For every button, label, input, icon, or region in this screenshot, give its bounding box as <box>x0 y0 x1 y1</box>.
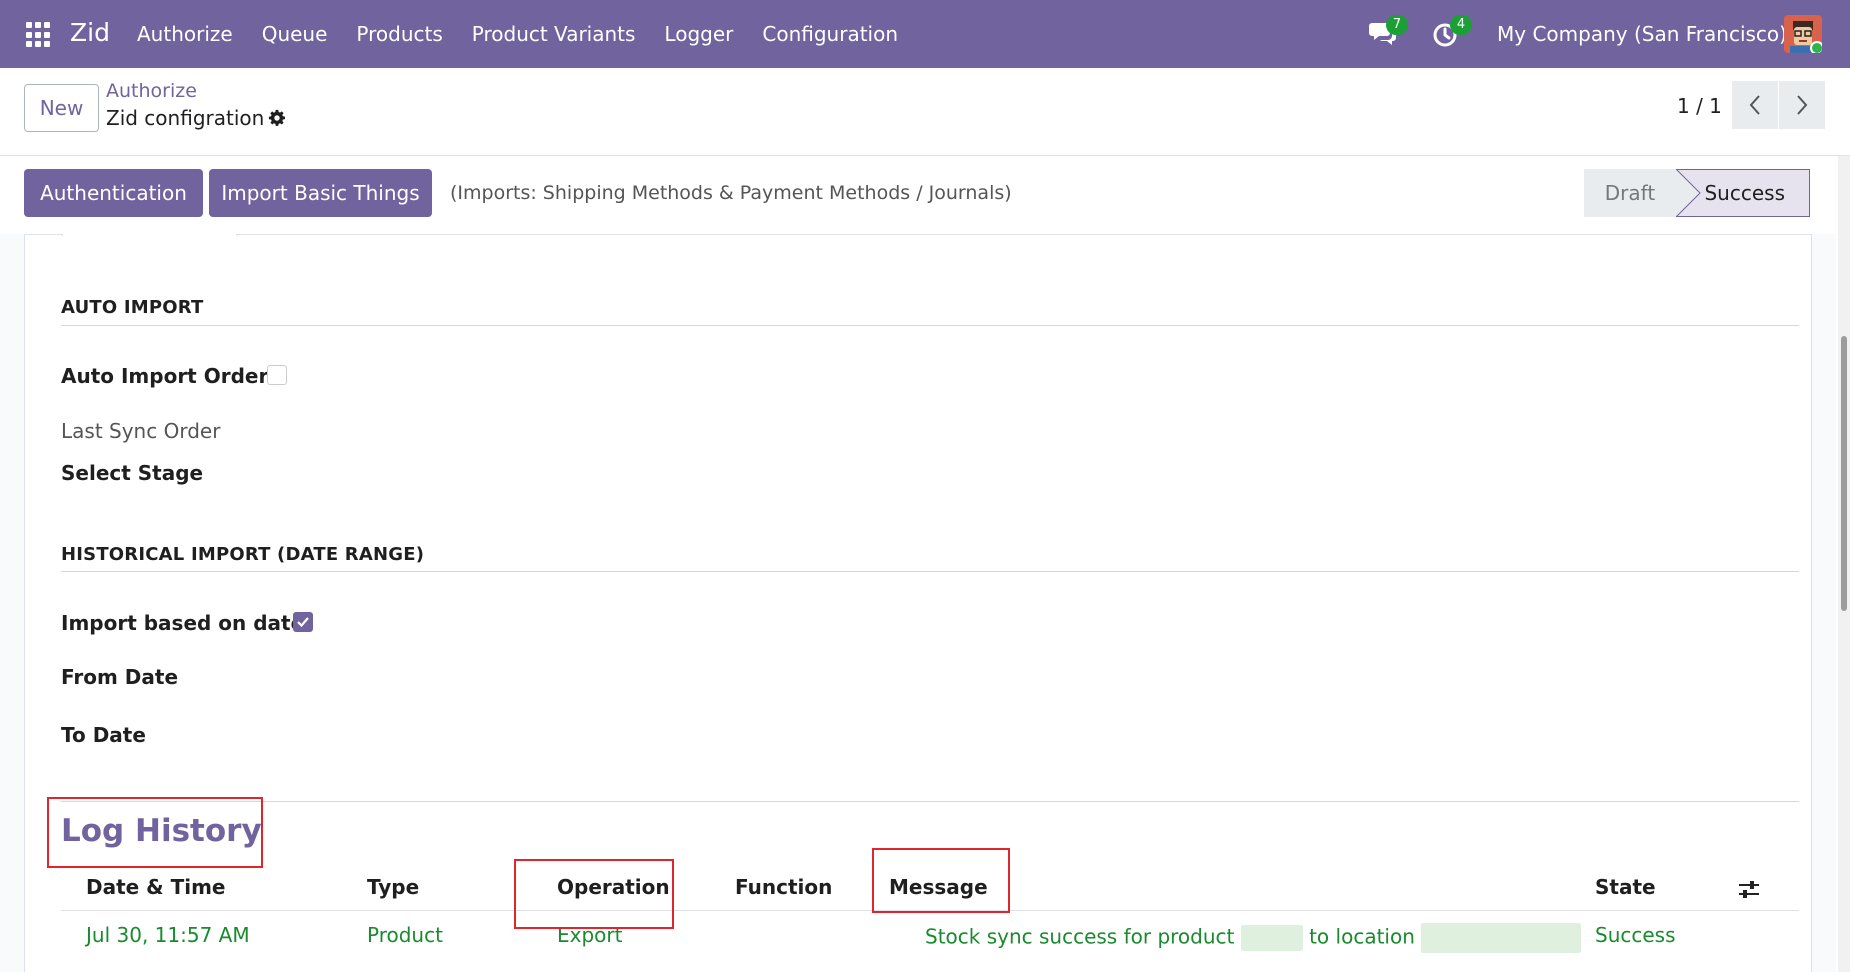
row-state: Success <box>1595 923 1676 947</box>
checkmark-icon <box>297 617 309 628</box>
menu-item-logger[interactable]: Logger <box>664 22 733 46</box>
from-date-label: From Date <box>61 665 179 689</box>
menu-item-queue[interactable]: Queue <box>262 22 328 46</box>
scrollbar-thumb[interactable] <box>1841 336 1847 611</box>
highlight-log-history <box>47 797 263 868</box>
chevron-left-icon <box>1749 95 1760 115</box>
user-avatar[interactable] <box>1784 15 1822 53</box>
menu-item-configuration[interactable]: Configuration <box>762 22 898 46</box>
row-type: Product <box>367 923 443 947</box>
select-stage-label: Select Stage <box>61 461 204 485</box>
import-based-on-date-checkbox[interactable] <box>293 612 313 632</box>
vertical-scrollbar[interactable] <box>1838 156 1850 972</box>
column-settings-icon[interactable] <box>1737 879 1761 901</box>
form-statusbar: Authentication Import Basic Things (Impo… <box>0 156 1836 234</box>
historical-import-section-title: HISTORICAL IMPORT (DATE RANGE) <box>61 544 425 565</box>
new-button[interactable]: New <box>24 84 99 132</box>
import-based-on-date-label: Import based on date <box>61 611 305 635</box>
section-divider <box>61 801 1799 802</box>
notebook-tab-stub <box>62 234 237 236</box>
activities-button[interactable]: 4 <box>1432 15 1472 52</box>
stage-draft[interactable]: Draft <box>1584 169 1676 217</box>
import-basic-things-button[interactable]: Import Basic Things <box>209 169 432 217</box>
row-message-prefix: Stock sync success for product <box>925 924 1235 949</box>
auto-import-order-label: Auto Import Order <box>61 364 269 388</box>
menu-item-authorize[interactable]: Authorize <box>137 22 233 46</box>
pager-value[interactable]: 1 / 1 <box>1677 94 1722 118</box>
stage-arrow-icon <box>1676 169 1701 217</box>
last-sync-order-label: Last Sync Order <box>61 419 221 443</box>
column-state[interactable]: State <box>1595 875 1656 899</box>
to-date-label: To Date <box>61 723 146 747</box>
control-panel: New Authorize Zid configration 1 / 1 <box>0 68 1850 156</box>
pager-previous-button[interactable] <box>1732 81 1778 129</box>
imports-note: (Imports: Shipping Methods & Payment Met… <box>450 182 1012 204</box>
company-switcher[interactable]: My Company (San Francisco) <box>1497 22 1787 46</box>
table-row[interactable]: Jul 30, 11:57 AM Product Export Stock sy… <box>61 911 1799 971</box>
row-message: Stock sync success for product to locati… <box>925 923 1582 953</box>
pager-next-button[interactable] <box>1779 81 1825 129</box>
app-brand[interactable]: Zid <box>70 18 110 47</box>
row-datetime: Jul 30, 11:57 AM <box>86 923 250 947</box>
section-divider <box>61 571 1799 572</box>
top-navbar: Zid Authorize Queue Products Product Var… <box>0 0 1850 68</box>
auto-import-section-title: AUTO IMPORT <box>61 297 204 318</box>
chevron-right-icon <box>1797 95 1808 115</box>
menu-item-products[interactable]: Products <box>356 22 442 46</box>
redacted-location <box>1421 923 1582 953</box>
gear-icon[interactable] <box>268 109 286 127</box>
authentication-button[interactable]: Authentication <box>24 169 203 217</box>
row-message-middle: to location <box>1309 924 1415 949</box>
breadcrumb-parent[interactable]: Authorize <box>106 80 197 102</box>
apps-grid-icon[interactable] <box>26 22 52 48</box>
activities-count-badge: 4 <box>1450 15 1472 35</box>
highlight-message <box>872 848 1010 913</box>
menu-item-product-variants[interactable]: Product Variants <box>472 22 636 46</box>
column-date-time[interactable]: Date & Time <box>86 875 226 899</box>
online-status-dot <box>1810 41 1822 53</box>
section-divider <box>61 325 1799 326</box>
highlight-operation <box>514 859 674 929</box>
main-menu: Authorize Queue Products Product Variant… <box>137 22 898 46</box>
column-type[interactable]: Type <box>367 875 419 899</box>
column-function[interactable]: Function <box>735 875 832 899</box>
auto-import-order-checkbox[interactable] <box>267 365 287 385</box>
messages-button[interactable]: 7 <box>1368 15 1408 52</box>
redacted-product <box>1240 925 1303 951</box>
form-sheet: AUTO IMPORT Auto Import Order Last Sync … <box>24 234 1812 972</box>
breadcrumb-current: Zid configration <box>106 106 265 130</box>
messages-count-badge: 7 <box>1386 15 1408 35</box>
